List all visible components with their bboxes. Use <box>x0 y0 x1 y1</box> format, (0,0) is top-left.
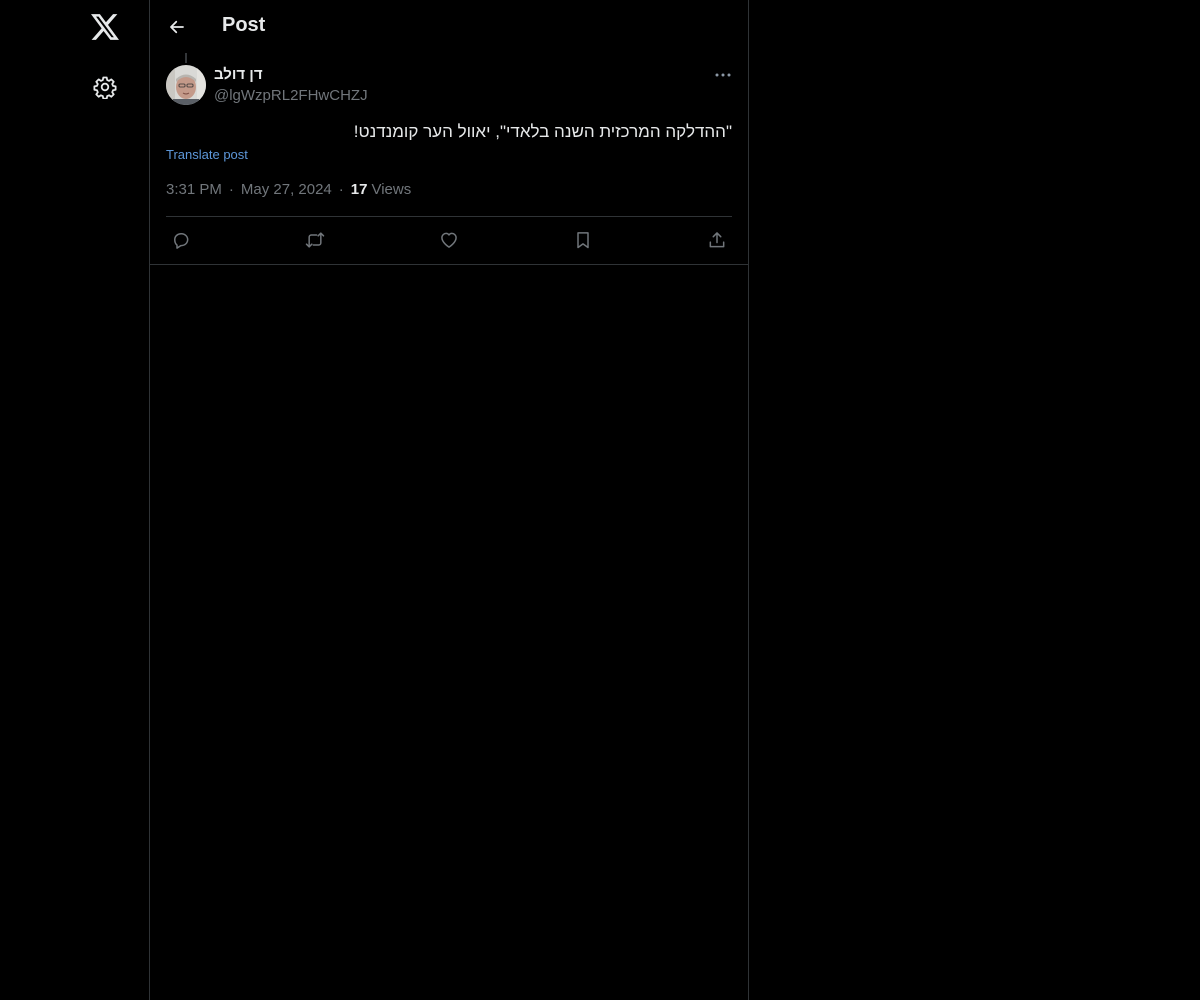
reply-icon <box>174 233 189 249</box>
post-date[interactable]: May 27, 2024 <box>241 181 332 198</box>
author-display-name[interactable]: דן דולב <box>214 66 263 83</box>
views-count: 17 <box>350 181 368 198</box>
settings-button[interactable] <box>83 65 127 109</box>
thread-connector <box>185 53 187 63</box>
separator-dot: · <box>338 181 344 198</box>
heart-icon <box>441 232 457 248</box>
share-button[interactable] <box>706 229 728 251</box>
main-column: Post דן דולב @lgWzpRL2FHwCHZJ "ההדלקה המ… <box>150 0 749 1000</box>
divider <box>150 264 748 265</box>
page-title: Post <box>222 14 266 36</box>
like-button[interactable] <box>438 229 460 251</box>
share-icon <box>709 232 725 248</box>
post-time[interactable]: 3:31 PM <box>166 181 222 198</box>
reply-button[interactable] <box>170 229 192 251</box>
repost-button[interactable] <box>304 229 326 251</box>
post-text: "ההדלקה המרכזית השנה בלאדי", יאוול הער ק… <box>353 122 732 141</box>
back-button[interactable] <box>160 10 194 44</box>
avatar[interactable] <box>166 65 206 105</box>
page-header: Post <box>150 0 748 53</box>
more-horizontal-icon <box>715 73 731 77</box>
more-options-button[interactable] <box>708 64 738 86</box>
repost-icon <box>305 232 325 248</box>
author-handle[interactable]: @lgWzpRL2FHwCHZJ <box>214 87 368 104</box>
views-label: Views <box>371 181 412 198</box>
separator-dot: · <box>228 181 234 198</box>
gear-icon <box>93 76 117 99</box>
post-actions-bar <box>166 217 732 264</box>
post-metadata: 3:31 PM · May 27, 2024 · 17 Views <box>166 181 411 198</box>
translate-post-link[interactable]: Translate post <box>166 147 248 162</box>
bookmark-button[interactable] <box>572 229 594 251</box>
bookmark-icon <box>577 232 589 249</box>
left-navigation <box>0 0 150 1000</box>
x-logo-icon[interactable] <box>83 5 127 49</box>
arrow-left-icon <box>170 20 184 34</box>
